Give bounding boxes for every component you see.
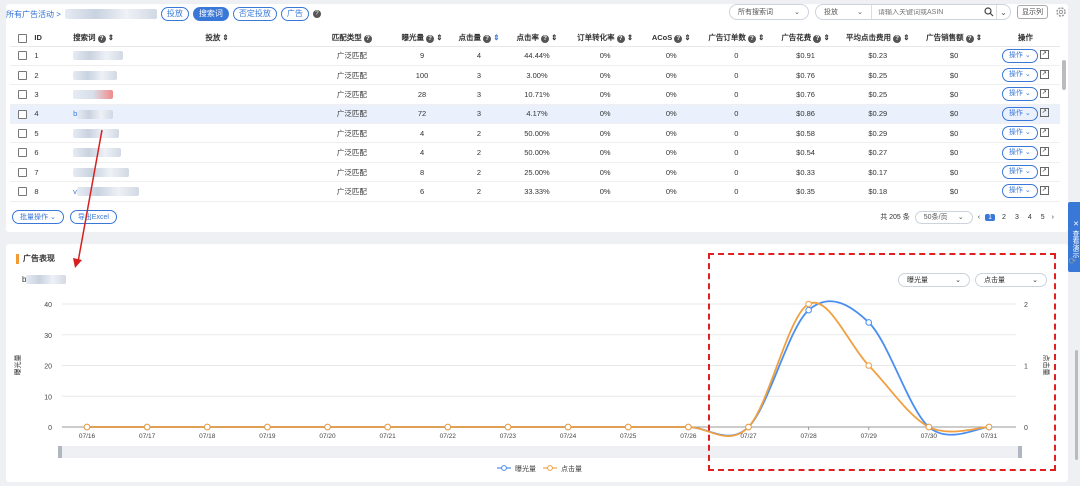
zoom-handle-left[interactable] [58, 446, 62, 458]
legend-label: 曝光量 [515, 464, 536, 473]
legend-label: 点击量 [561, 464, 582, 473]
data-point [143, 423, 151, 431]
x-tick-label: 07/25 [620, 433, 637, 440]
chart-legend: 曝光量 点击量 [497, 464, 582, 473]
x-tick-label: 07/26 [680, 433, 697, 440]
x-tick-label: 07/23 [500, 433, 517, 440]
highlight-box [708, 253, 1056, 471]
left-tick-label: 0 [48, 425, 52, 432]
x-tick-label: 07/18 [199, 433, 216, 440]
annotation-arrowhead [73, 258, 82, 268]
left-tick-label: 20 [44, 364, 52, 371]
x-tick-label: 07/21 [380, 433, 397, 440]
data-point [203, 423, 211, 431]
data-point [685, 423, 692, 431]
x-tick-label: 07/20 [319, 433, 336, 440]
data-point [564, 423, 572, 431]
data-point [83, 423, 91, 431]
legend-marker [547, 465, 553, 471]
x-tick-label: 07/19 [259, 433, 276, 440]
data-point [324, 423, 331, 431]
data-point [444, 423, 452, 431]
legend-marker [501, 465, 507, 471]
left-tick-label: 30 [44, 333, 52, 340]
annotation-arrow [77, 129, 103, 263]
left-axis-label: 曝光量 [13, 355, 22, 376]
left-tick-label: 10 [44, 394, 52, 401]
x-tick-label: 07/22 [440, 433, 457, 440]
x-tick-label: 07/24 [560, 433, 577, 440]
x-tick-label: 07/17 [139, 433, 156, 440]
page-scrollbar[interactable] [1075, 350, 1078, 460]
left-tick-label: 40 [44, 302, 52, 309]
data-point [384, 423, 391, 431]
data-point [264, 423, 271, 431]
data-point [624, 423, 632, 431]
x-tick-label: 07/16 [79, 433, 96, 440]
refresh-icon[interactable]: ⟳ [1068, 256, 1076, 267]
data-point [504, 423, 512, 431]
